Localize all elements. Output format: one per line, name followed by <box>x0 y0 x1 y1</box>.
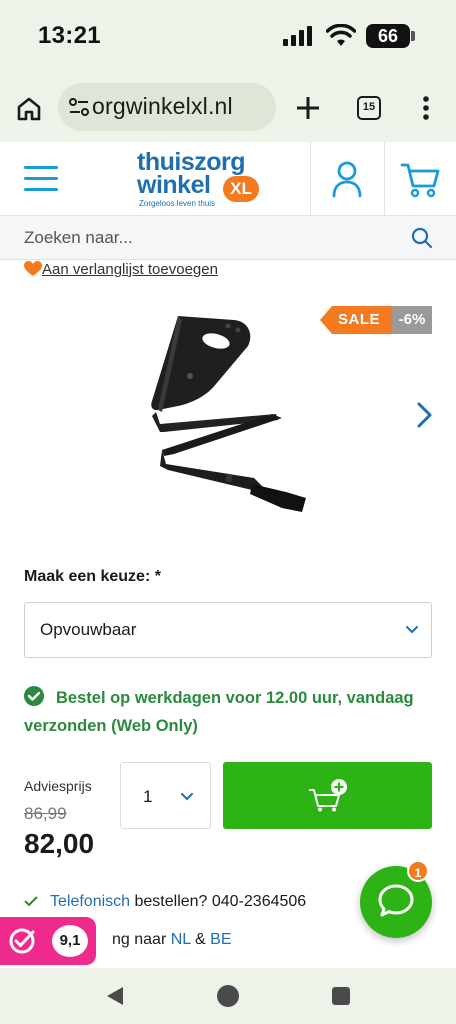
check-circle-icon <box>24 686 44 706</box>
hamburger-menu-icon[interactable] <box>24 162 60 194</box>
chevron-down-icon <box>406 626 418 634</box>
current-price: 82,00 <box>24 828 95 859</box>
product-image[interactable] <box>116 306 336 524</box>
shipping-nl-link[interactable]: NL <box>171 931 191 948</box>
site-logo[interactable]: thuiszorg winkel XL Zorgeloos leven thui… <box>137 148 267 212</box>
logo-line2: winkel <box>137 171 211 199</box>
quantity-select[interactable]: 1 <box>120 762 211 829</box>
add-to-cart-icon <box>309 779 347 812</box>
home-nav-icon[interactable] <box>217 985 239 1007</box>
signal-icon <box>283 26 312 46</box>
rating-badge[interactable]: 9,1 <box>0 917 96 965</box>
phone-order-link[interactable]: Telefonisch <box>50 893 130 910</box>
status-time: 13:21 <box>38 22 101 49</box>
status-bar: 13:21 66 <box>0 0 456 72</box>
check-icon <box>24 896 38 907</box>
more-vert-icon[interactable] <box>416 94 436 122</box>
search-icon[interactable] <box>411 227 433 249</box>
chat-unread-badge: 1 <box>407 860 429 882</box>
recent-apps-icon[interactable] <box>332 987 350 1005</box>
address-bar[interactable]: orgwinkelxl.nl <box>58 83 276 131</box>
divider <box>310 142 311 216</box>
battery-tip <box>411 31 415 41</box>
back-icon[interactable] <box>105 985 125 1007</box>
logo-tagline: Zorgeloos leven thuis <box>139 199 216 208</box>
add-to-cart-button[interactable] <box>223 762 432 829</box>
chevron-right-icon[interactable] <box>412 400 436 430</box>
search-bar <box>0 216 456 260</box>
variant-value: Opvouwbaar <box>40 620 137 639</box>
wifi-icon <box>326 24 356 46</box>
discount-label: -6% <box>392 306 432 334</box>
site-header: thuiszorg winkel XL Zorgeloos leven thui… <box>0 142 456 216</box>
browser-toolbar: orgwinkelxl.nl 15 <box>0 72 456 142</box>
system-nav-bar <box>0 968 456 1024</box>
shopping-cart-icon[interactable] <box>400 162 440 198</box>
shipping-text: ng naar <box>112 931 171 948</box>
wishlist-label: Aan verlanglijst toevoegen <box>42 261 218 278</box>
logo-badge: XL <box>223 176 259 202</box>
advies-label: Adviesprijs <box>24 778 92 794</box>
heart-icon <box>24 261 42 276</box>
battery-indicator: 66 <box>366 24 410 48</box>
shipping-amp: & <box>190 931 211 948</box>
old-price: 86,99 <box>24 804 67 823</box>
home-icon[interactable] <box>14 94 44 124</box>
tab-switcher-button[interactable]: 15 <box>357 96 381 120</box>
divider <box>384 142 385 216</box>
site-settings-icon[interactable] <box>68 97 90 117</box>
shipping-be-link[interactable]: BE <box>210 931 231 948</box>
sale-label: SALE <box>320 306 392 334</box>
variant-select[interactable]: Opvouwbaar <box>24 602 432 658</box>
url-text: orgwinkelxl.nl <box>92 93 233 119</box>
review-logo-icon <box>9 928 35 954</box>
rating-score: 9,1 <box>52 925 88 957</box>
delivery-info: Bestel op werkdagen voor 12.00 uur, vand… <box>24 684 436 740</box>
chevron-down-icon <box>181 793 193 801</box>
chat-bubble-icon <box>378 884 414 917</box>
plus-icon[interactable] <box>294 94 322 122</box>
user-icon[interactable] <box>331 160 363 198</box>
search-input[interactable] <box>24 226 394 250</box>
variant-label: Maak een keuze: * <box>24 568 161 585</box>
delivery-text: Bestel op werkdagen voor 12.00 uur, vand… <box>24 689 414 735</box>
quantity-value: 1 <box>143 787 153 806</box>
phone-number-text: bestellen? 040-2364506 <box>130 893 307 910</box>
